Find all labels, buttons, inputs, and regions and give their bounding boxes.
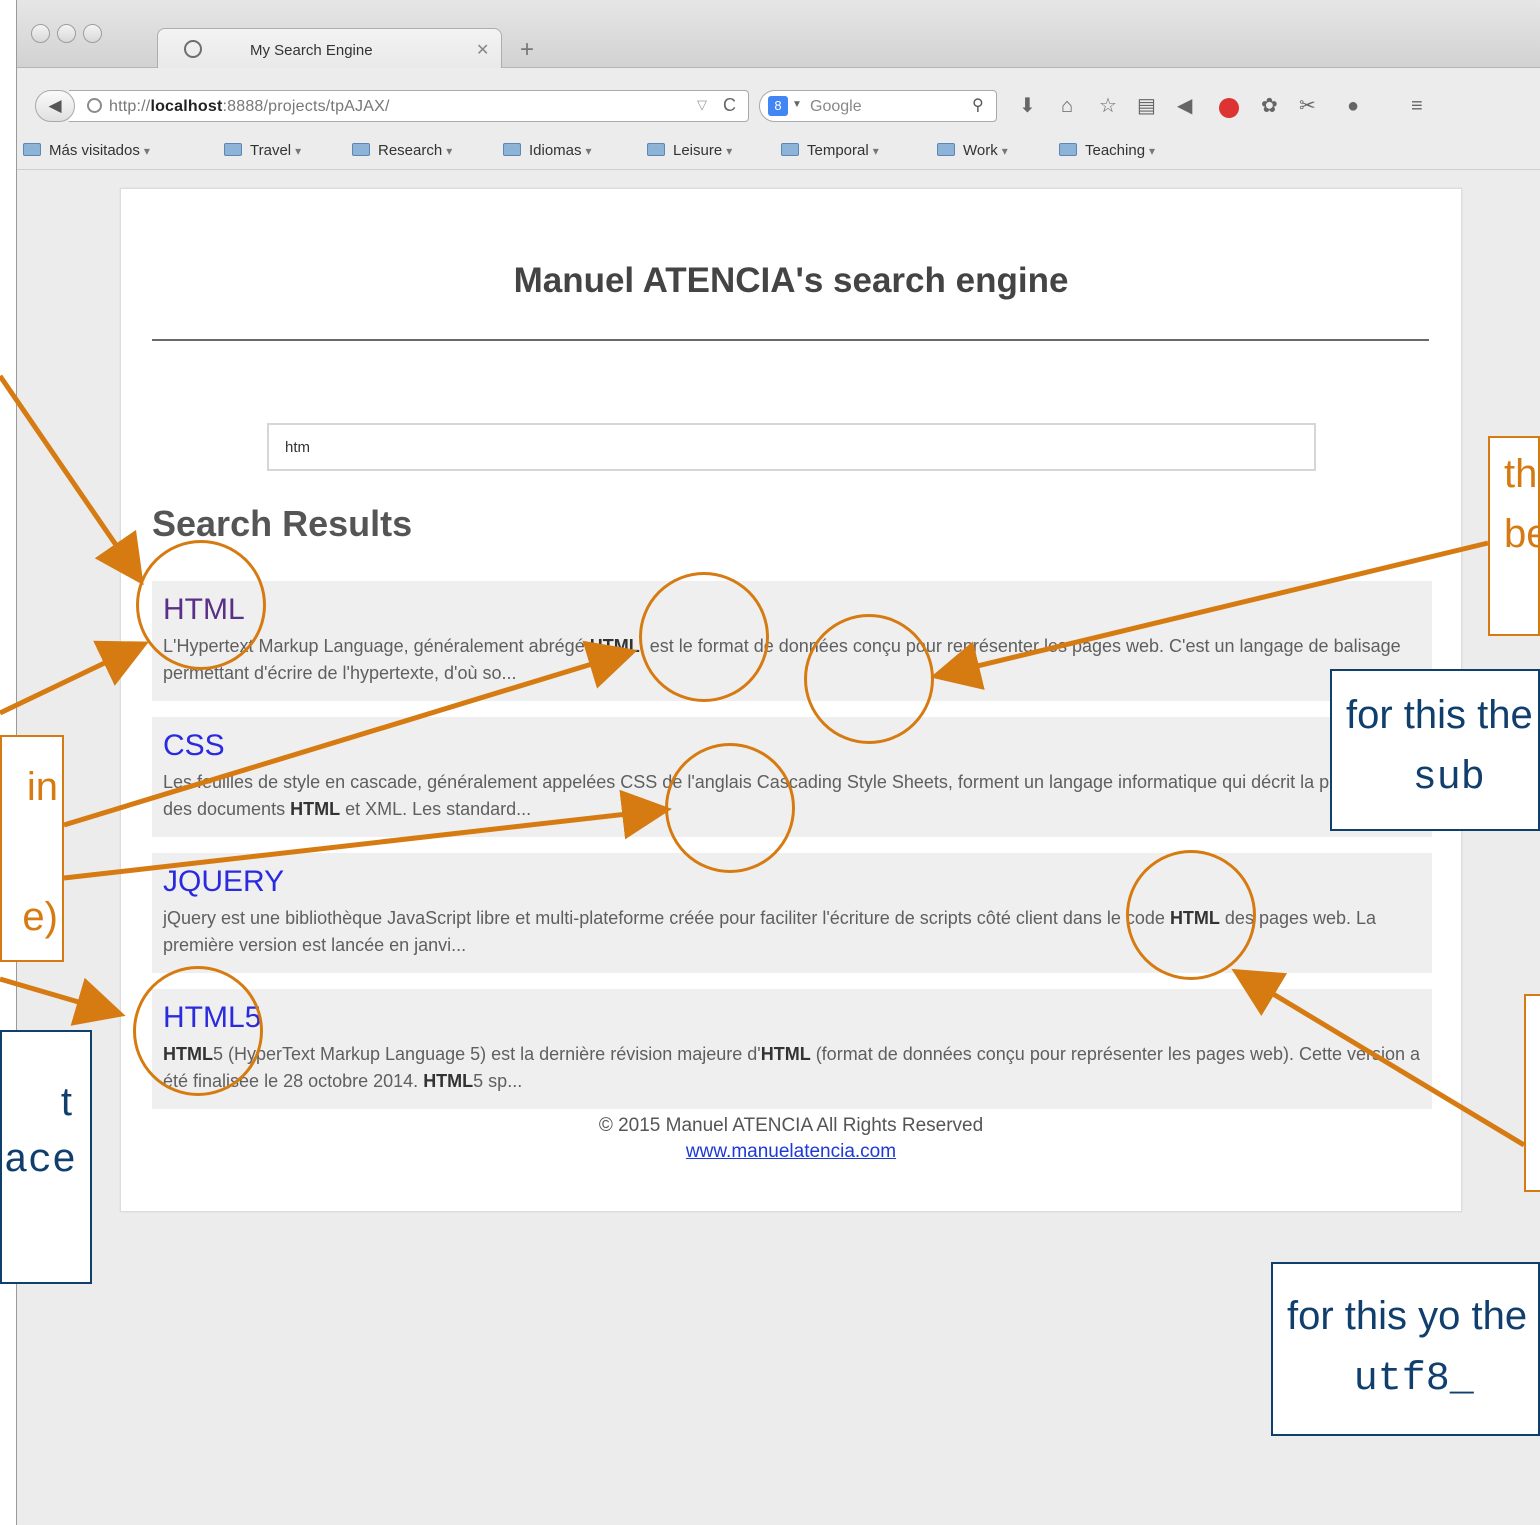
download-icon[interactable]: ⬇: [1019, 96, 1036, 116]
web-search-placeholder: Google: [810, 98, 862, 115]
result-title-link[interactable]: HTML: [163, 593, 1421, 633]
zoom-window-icon[interactable]: [83, 24, 102, 43]
footer-link[interactable]: www.manuelatencia.com: [121, 1141, 1461, 1163]
bookmark-folder-teaching[interactable]: Teaching ▾: [1059, 142, 1155, 159]
bookmark-folder-work[interactable]: Work ▾: [937, 142, 1008, 159]
google-icon[interactable]: 8: [768, 96, 788, 116]
url-dropdown-icon[interactable]: ▽: [697, 97, 707, 113]
back-button[interactable]: ◀: [35, 90, 75, 122]
chat-icon[interactable]: ●: [1347, 96, 1359, 116]
result-title-link[interactable]: HTML5: [163, 1001, 1421, 1041]
tab-title: My Search Engine: [250, 42, 373, 59]
bookmark-folder-temporal[interactable]: Temporal ▾: [781, 142, 879, 159]
result-snippet: L'Hypertext Markup Language, généralemen…: [163, 636, 1401, 683]
chevron-down-icon: ▼: [792, 99, 802, 110]
folder-icon: [503, 143, 521, 156]
close-window-icon[interactable]: [31, 24, 50, 43]
extension-icon[interactable]: ✿: [1261, 96, 1278, 116]
bookmark-folder-leisure[interactable]: Leisure ▾: [647, 142, 732, 159]
url-bar[interactable]: http://localhost:8888/projects/tpAJAX/ ▽…: [69, 90, 749, 122]
tab-close-icon[interactable]: ✕: [476, 40, 489, 60]
bookmark-folder-mas-visitados[interactable]: Más visitados ▾: [23, 142, 150, 159]
bookmarks-toolbar: Más visitados ▾ Travel ▾ Research ▾ Idiomas…: [17, 134, 1540, 170]
web-search-box[interactable]: 8 ▼ Google ⚲: [759, 90, 997, 122]
page-footer: © 2015 Manuel ATENCIA All Rights Reserve…: [121, 1115, 1461, 1163]
result-snippet: HTML5 (HyperText Markup Language 5) est …: [163, 1044, 1421, 1091]
reading-list-icon[interactable]: ▤: [1137, 96, 1156, 116]
adblock-stop-icon[interactable]: [1219, 98, 1239, 118]
highlight-circle: [639, 572, 769, 702]
folder-icon: [937, 143, 955, 156]
minimize-window-icon[interactable]: [57, 24, 76, 43]
bookmark-folder-travel[interactable]: Travel ▾: [224, 142, 301, 159]
folder-icon: [647, 143, 665, 156]
search-input[interactable]: [267, 423, 1316, 471]
result-item-html: HTML L'Hypertext Markup Language, généra…: [152, 581, 1432, 701]
folder-icon: [23, 143, 41, 156]
search-icon[interactable]: ⚲: [972, 95, 984, 115]
bookmark-folder-idiomas[interactable]: Idiomas ▾: [503, 142, 592, 159]
callout-box-left-bottom: t ace: [0, 1030, 92, 1284]
folder-icon: [352, 143, 370, 156]
highlight-circle: [804, 614, 934, 744]
folder-icon: [1059, 143, 1077, 156]
send-icon[interactable]: ◀: [1177, 96, 1192, 116]
results-heading: Search Results: [152, 503, 413, 544]
callout-box-right-bottom: [1524, 994, 1540, 1192]
site-identity-icon[interactable]: [87, 98, 102, 113]
tab-bar: My Search Engine ✕ +: [17, 0, 1540, 69]
browser-tab[interactable]: My Search Engine ✕: [157, 28, 502, 69]
bookmark-folder-research[interactable]: Research ▾: [352, 142, 452, 159]
nav-toolbar: http://localhost:8888/projects/tpAJAX/ ▽…: [17, 68, 1540, 134]
menu-icon[interactable]: ≡: [1411, 96, 1423, 116]
url-text: http://localhost:8888/projects/tpAJAX/: [109, 98, 390, 115]
highlight-circle: [133, 966, 263, 1096]
callout-box-right-middle: for this the the sub: [1330, 669, 1540, 831]
home-icon[interactable]: ⌂: [1061, 96, 1073, 116]
page-title: Manuel ATENCIA's search engine: [513, 261, 1069, 300]
callout-box-bottom: for this yo the the utf8_: [1271, 1262, 1540, 1436]
globe-icon: [184, 40, 202, 58]
callout-box-left: in e): [0, 735, 64, 962]
footer-copyright: © 2015 Manuel ATENCIA All Rights Reserve…: [598, 1115, 984, 1136]
title-divider: [152, 339, 1429, 341]
new-tab-icon[interactable]: +: [520, 36, 534, 64]
page-container: Manuel ATENCIA's search engine Search Re…: [120, 188, 1462, 1212]
callout-box-right-top: there num be c: [1488, 436, 1540, 636]
folder-icon: [224, 143, 242, 156]
result-title-link[interactable]: CSS: [163, 729, 1421, 769]
bookmark-star-icon[interactable]: ☆: [1099, 96, 1117, 116]
folder-icon: [781, 143, 799, 156]
highlight-circle: [136, 540, 266, 670]
highlight-circle: [1126, 850, 1256, 980]
highlight-circle: [665, 743, 795, 873]
reload-icon[interactable]: C: [723, 95, 736, 116]
pin-icon[interactable]: ✂: [1299, 96, 1316, 116]
result-item-html5: HTML5 HTML5 (HyperText Markup Language 5…: [152, 989, 1432, 1109]
